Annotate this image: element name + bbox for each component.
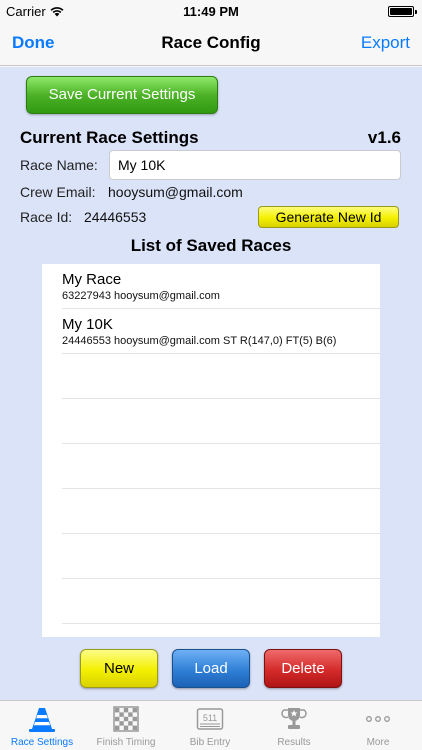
race-name-label: Race Name: [20, 157, 98, 173]
bib-number-icon: 511 [196, 708, 224, 730]
more-dots-icon [366, 716, 390, 722]
race-item-name: My Race [62, 271, 122, 288]
tab-bib-entry[interactable]: 511 Bib Entry [168, 701, 252, 750]
generate-new-id-button[interactable]: Generate New Id [258, 206, 399, 228]
load-button[interactable]: Load [172, 649, 250, 688]
delete-button[interactable]: Delete [264, 649, 342, 688]
tab-finish-timing[interactable]: Finish Timing [84, 701, 168, 750]
tab-label: Results [277, 737, 311, 748]
empty-list-row [62, 354, 380, 399]
save-current-settings-button[interactable]: Save Current Settings [26, 76, 218, 114]
checkered-flag-icon [113, 706, 139, 732]
status-time: 11:49 PM [183, 4, 239, 19]
new-button[interactable]: New [80, 649, 158, 688]
race-name-input[interactable]: My 10K [109, 150, 401, 180]
race-item-name: My 10K [62, 316, 113, 333]
race-id-value: 24446553 [84, 209, 147, 225]
saved-races-heading: List of Saved Races [130, 236, 292, 255]
page-title: Race Config [161, 33, 261, 52]
race-config-content: Save Current Settings Current Race Setti… [0, 67, 422, 700]
list-item[interactable]: My Race 63227943 hooysum@gmail.com [62, 264, 380, 309]
tab-results[interactable]: Results [252, 701, 336, 750]
navigation-bar: Done Race Config Export [0, 22, 422, 66]
export-button[interactable]: Export [361, 33, 410, 53]
empty-list-row [62, 444, 380, 489]
tab-label: More [366, 737, 390, 748]
traffic-cone-icon [29, 708, 55, 732]
trophy-icon [281, 708, 307, 729]
race-item-detail: 63227943 hooysum@gmail.com [62, 290, 220, 302]
crew-email-value[interactable]: hooysum@gmail.com [108, 184, 243, 200]
empty-list-row [62, 579, 380, 624]
tab-bar: Race Settings Finish Timing 511 Bib Entr… [0, 700, 422, 750]
version-label: v1.6 [367, 128, 401, 147]
battery-icon [388, 6, 417, 17]
empty-list-row [62, 489, 380, 534]
saved-races-list[interactable]: My Race 63227943 hooysum@gmail.com My 10… [42, 264, 380, 637]
list-item[interactable]: My 10K 24446553 hooysum@gmail.com ST R(1… [62, 309, 380, 354]
current-race-settings-heading: Current Race Settings [20, 128, 199, 147]
empty-list-row [62, 534, 380, 579]
tab-label: Race Settings [10, 737, 74, 748]
bib-number-text: 511 [203, 713, 217, 723]
race-id-label: Race Id: [20, 209, 73, 225]
crew-email-label: Crew Email: [20, 184, 96, 200]
tab-more[interactable]: More [336, 701, 420, 750]
status-bar: Carrier 11:49 PM [0, 0, 422, 22]
empty-list-row [62, 399, 380, 444]
tab-label: Bib Entry [189, 737, 231, 748]
tab-race-settings[interactable]: Race Settings [0, 701, 84, 750]
race-item-detail: 24446553 hooysum@gmail.com ST R(147,0) F… [62, 335, 337, 347]
tab-label: Finish Timing [96, 737, 156, 748]
